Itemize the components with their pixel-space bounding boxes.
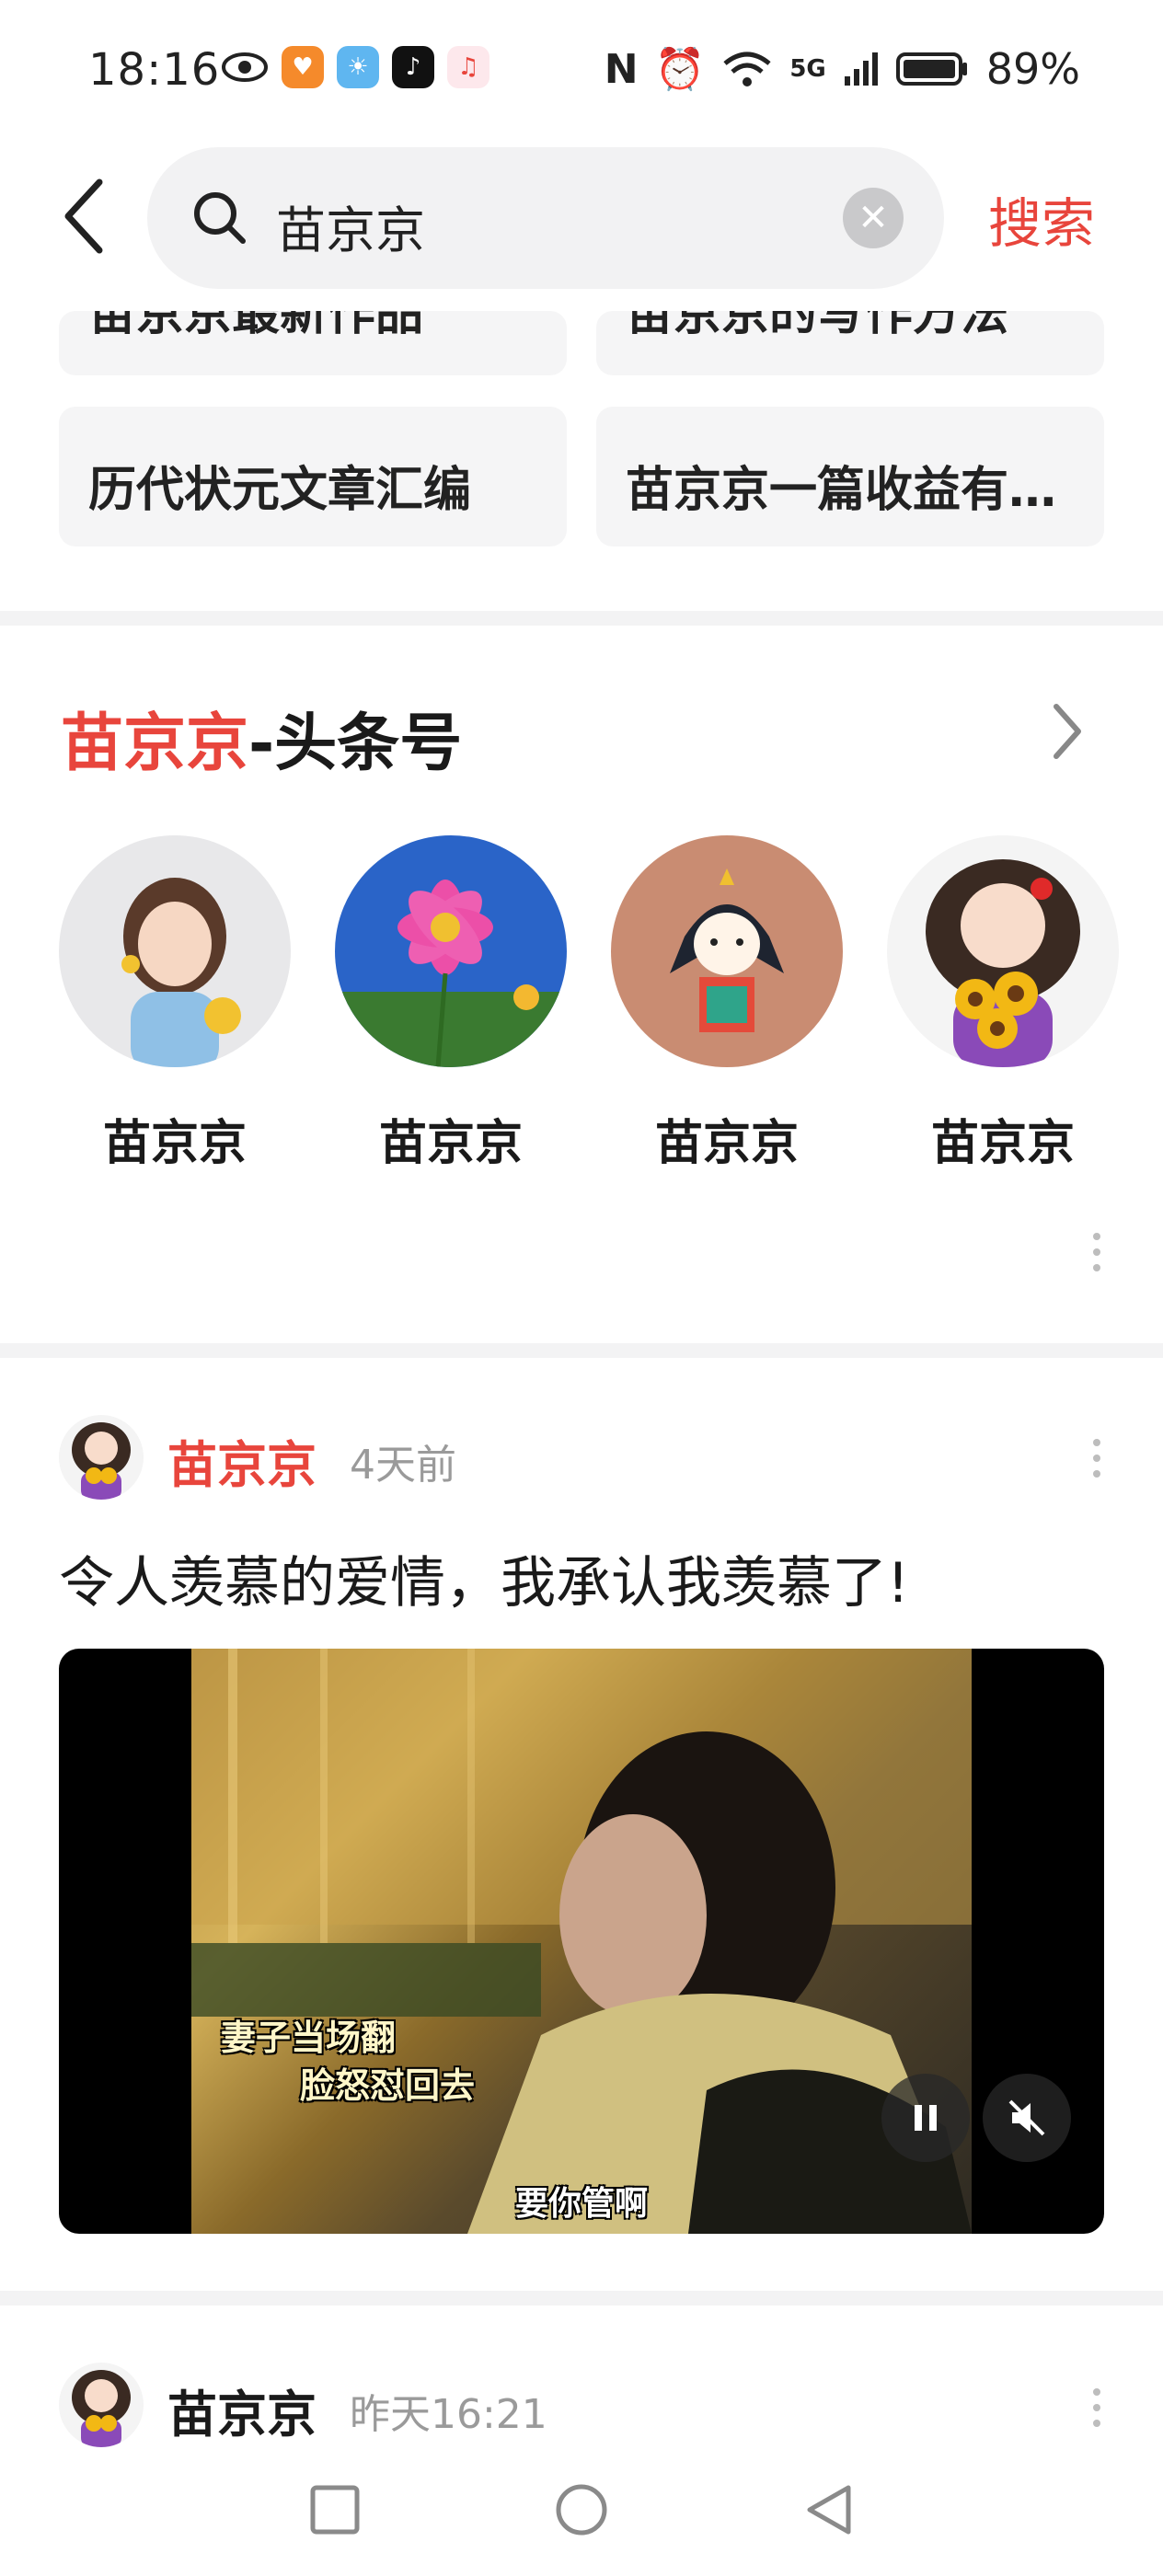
mute-button[interactable] <box>983 2074 1071 2162</box>
chevron-right-icon[interactable] <box>1049 699 1086 764</box>
section-divider <box>0 611 1163 626</box>
account-avatar[interactable] <box>59 835 291 1067</box>
nfc-icon: N <box>604 45 639 93</box>
suggestion-label: 苗京京最新作品 <box>88 311 424 341</box>
network-type: 5G <box>789 55 826 83</box>
system-status: N ⏰ 5G 89% <box>605 44 1080 94</box>
recent-apps-icon[interactable] <box>309 2484 361 2536</box>
music-app-icon: ♫ <box>447 46 489 88</box>
douyin-app-icon: ♪ <box>392 46 434 88</box>
video-caption-line2: 脸怒怼回去 <box>300 2065 476 2106</box>
section-title-highlight: 苗京京 <box>61 707 249 780</box>
suggestion-chip[interactable]: 苗京京的写作方法 <box>596 311 1104 375</box>
pause-icon <box>915 2105 937 2131</box>
flower-avatar-image <box>335 835 567 1067</box>
cartoon-avatar-image <box>611 835 843 1067</box>
weather-app-icon: ☀ <box>337 46 379 88</box>
taobao-app-icon: ♥ <box>282 46 324 88</box>
girl-avatar-image <box>59 835 291 1067</box>
battery-percent: 89% <box>985 44 1080 94</box>
video-caption-bottom: 要你管啊 <box>515 2185 649 2223</box>
search-icon <box>194 192 246 244</box>
eye-icon <box>222 52 268 82</box>
more-options-icon[interactable] <box>1091 1439 1102 1478</box>
account-name[interactable]: 苗京京 <box>59 1104 291 1173</box>
section-title-suffix: -头条号 <box>248 707 463 780</box>
wifi-icon <box>723 52 771 86</box>
account-avatar[interactable] <box>335 835 567 1067</box>
home-icon[interactable] <box>554 2482 609 2537</box>
battery-icon <box>895 52 967 86</box>
system-navigation-bar <box>0 2466 1163 2576</box>
suggestion-label: 历代状元文章汇编 <box>88 463 472 518</box>
search-query[interactable]: 苗京京 <box>276 190 425 262</box>
suggestion-chip[interactable]: 苗京京一篇收益有… <box>596 407 1104 546</box>
signal-icon <box>844 52 878 86</box>
video-scene-image <box>191 1649 972 2234</box>
post-time: 昨天16:21 <box>350 2391 547 2438</box>
section-title[interactable]: 苗京京-头条号 <box>61 692 462 783</box>
back-arrow-icon[interactable] <box>57 175 112 258</box>
account-name[interactable]: 苗京京 <box>887 1104 1119 1173</box>
account-name[interactable]: 苗京京 <box>611 1104 843 1173</box>
muted-speaker-icon <box>1008 2099 1045 2136</box>
clear-icon[interactable]: ✕ <box>843 188 904 248</box>
status-time: 18:16 <box>88 44 221 96</box>
alarm-icon: ⏰ <box>654 46 706 93</box>
section-divider <box>0 1343 1163 1358</box>
post-author-name[interactable]: 苗京京 <box>167 1424 317 1497</box>
author-avatar-image <box>59 2363 144 2447</box>
post-author-avatar[interactable] <box>59 2363 144 2447</box>
post-time: 4天前 <box>350 1442 456 1489</box>
status-bar: 18:16 ♥ ☀ ♪ ♫ N ⏰ 5G 89% <box>0 0 1163 138</box>
search-button[interactable]: 搜索 <box>988 180 1095 258</box>
author-avatar-image <box>59 1415 144 1500</box>
suggestion-chip[interactable]: 苗京京最新作品 <box>59 311 567 375</box>
back-nav-icon[interactable] <box>802 2482 854 2537</box>
notification-icons: ♥ ☀ ♪ ♫ <box>221 46 489 88</box>
pause-button[interactable] <box>881 2074 970 2162</box>
suggestion-label: 苗京京一篇收益有… <box>626 463 1057 518</box>
account-avatar[interactable] <box>887 835 1119 1067</box>
post-text[interactable]: 令人羡慕的爱情，我承认我羡慕了! <box>59 1538 909 1618</box>
post-author-avatar[interactable] <box>59 1415 144 1500</box>
video-caption-line1: 妻子当场翻 <box>221 2018 397 2058</box>
girl-sunflower-avatar-image <box>887 835 1119 1067</box>
search-input[interactable]: 苗京京 ✕ <box>147 147 944 289</box>
video-frame <box>191 1649 972 2234</box>
suggestion-chip[interactable]: 历代状元文章汇编 <box>59 407 567 546</box>
suggestion-label: 苗京京的写作方法 <box>626 311 1009 341</box>
account-name[interactable]: 苗京京 <box>335 1104 567 1173</box>
video-player[interactable]: 妻子当场翻 脸怒怼回去 要你管啊 <box>59 1649 1104 2234</box>
account-avatar[interactable] <box>611 835 843 1067</box>
more-options-icon[interactable] <box>1091 1233 1102 1271</box>
more-options-icon[interactable] <box>1091 2388 1102 2427</box>
section-divider <box>0 2291 1163 2306</box>
post-author-name[interactable]: 苗京京 <box>167 2374 317 2446</box>
